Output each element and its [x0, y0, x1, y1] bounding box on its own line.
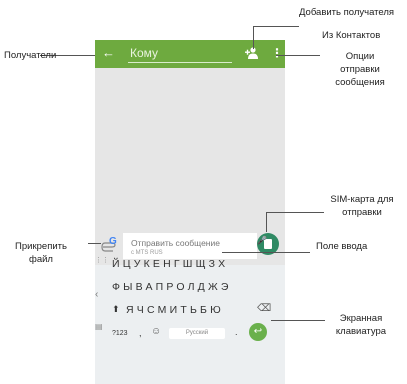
callout-line-sim-h: [266, 212, 324, 213]
keyboard-row-1[interactable]: ЙЦУКЕНГШЩЗХ: [112, 258, 228, 272]
backspace-key[interactable]: ⌫: [257, 303, 271, 314]
google-icon[interactable]: G: [109, 236, 117, 247]
callout-add-recipient: Добавить получателя: [299, 7, 395, 18]
callout-input-field: Поле ввода: [316, 241, 368, 252]
callout-line-input: [222, 252, 310, 253]
callout-line-options: [276, 55, 320, 56]
callout-recipients: Получатели: [4, 50, 57, 61]
microphone-icon[interactable]: 🎤: [257, 236, 267, 245]
callout-keyboard: Экранная клавиатура: [335, 313, 387, 337]
callout-line-keyboard: [271, 320, 325, 321]
keyboard-layer: G 🎤 ⋮⋮ ‹ ▤ ЙЦУКЕНГШЩЗХ ФЫВАПРОЛДЖЭ ⬆ ЯЧС…: [95, 40, 285, 384]
callout-line-sim-v: [266, 212, 267, 232]
callout-line-attach: [88, 243, 101, 244]
keyboard-handle-icon[interactable]: ⋮⋮: [95, 256, 109, 264]
keyboard-collapse-icon[interactable]: ‹: [95, 289, 98, 300]
enter-key[interactable]: ↩: [249, 323, 267, 341]
numbers-key[interactable]: ?123: [112, 330, 128, 337]
space-bar[interactable]: Русский: [169, 328, 225, 339]
callout-line-add-h: [253, 26, 299, 27]
emoji-icon[interactable]: ☺: [151, 326, 161, 337]
callout-line-add: [253, 26, 254, 49]
callout-send-options: Опции отправки сообщения: [335, 51, 385, 88]
keyboard-mode-icon[interactable]: ▤: [95, 322, 103, 331]
keyboard-row-2[interactable]: ФЫВАПРОЛДЖЭ: [112, 281, 232, 295]
shift-key[interactable]: ⬆: [112, 304, 120, 315]
comma-key[interactable]: ,: [139, 328, 142, 338]
period-key[interactable]: .: [235, 327, 238, 337]
keyboard-row-3[interactable]: ЯЧСМИТЬБЮ: [126, 304, 224, 318]
callout-sim-card: SIM-карта для отправки: [330, 194, 394, 218]
callout-attach-file: Прикрепить файл: [15, 241, 67, 265]
callout-from-contacts: Из Контактов: [322, 30, 381, 41]
